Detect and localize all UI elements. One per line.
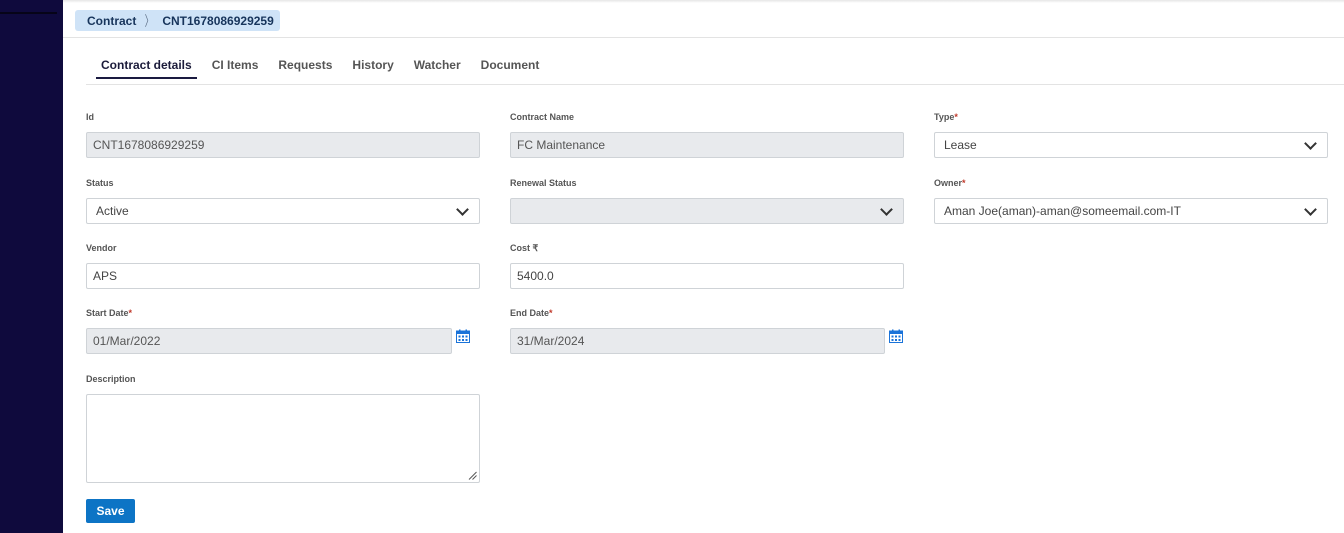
calendar-icon[interactable] <box>889 329 903 343</box>
tab-ci-items[interactable]: CI Items <box>207 52 264 79</box>
tab-bar: Contract details CI Items Requests Histo… <box>96 52 554 79</box>
cost-input[interactable]: 5400.0 <box>510 263 904 289</box>
status-select[interactable]: Active <box>86 198 480 224</box>
tab-requests[interactable]: Requests <box>273 52 337 79</box>
save-button[interactable]: Save <box>86 499 135 523</box>
vendor-input[interactable]: APS <box>86 263 480 289</box>
breadcrumb-current: CNT1678086929259 <box>162 13 274 28</box>
top-shadow <box>63 0 1344 3</box>
contract-name-label: Contract Name <box>510 112 575 122</box>
description-textarea[interactable] <box>86 394 480 483</box>
required-asterisk: * <box>954 112 958 122</box>
contract-name-field[interactable]: FC Maintenance <box>510 132 904 158</box>
vendor-label: Vendor <box>86 243 117 253</box>
renewal-status-label: Renewal Status <box>510 178 577 188</box>
chevron-down-icon <box>456 202 469 216</box>
renewal-status-select[interactable] <box>510 198 904 224</box>
tab-contract-details[interactable]: Contract details <box>96 52 197 79</box>
app-sidebar <box>0 0 63 533</box>
cost-label: Cost ₹ <box>510 243 539 253</box>
tab-watcher[interactable]: Watcher <box>409 52 466 79</box>
start-date-label: Start Date* <box>86 308 133 318</box>
owner-select[interactable]: Aman Joe(aman)-aman@someemail.com-IT <box>934 198 1328 224</box>
tab-history[interactable]: History <box>347 52 398 79</box>
end-date-field[interactable]: 31/Mar/2024 <box>510 328 885 354</box>
sidebar-divider <box>0 12 57 14</box>
status-label: Status <box>86 178 114 188</box>
owner-label: Owner* <box>934 178 966 188</box>
start-date-field[interactable]: 01/Mar/2022 <box>86 328 452 354</box>
id-field[interactable]: CNT1678086929259 <box>86 132 480 158</box>
type-label: Type* <box>934 112 958 122</box>
type-select[interactable]: Lease <box>934 132 1328 158</box>
calendar-icon[interactable] <box>456 329 470 343</box>
end-date-label: End Date* <box>510 308 553 318</box>
header-divider <box>63 37 1344 38</box>
tabs-divider <box>86 84 1344 85</box>
required-asterisk: * <box>128 308 133 318</box>
chevron-down-icon <box>880 202 893 216</box>
description-label: Description <box>86 374 136 384</box>
breadcrumb-separator-icon: 〉 <box>145 12 154 29</box>
breadcrumb-contract-link[interactable]: Contract <box>87 14 136 28</box>
required-asterisk: * <box>962 178 966 188</box>
chevron-down-icon <box>1304 202 1317 216</box>
id-label: Id <box>86 112 94 122</box>
breadcrumb: Contract 〉 CNT1678086929259 <box>75 10 280 31</box>
main-panel: Contract 〉 CNT1678086929259 Contract det… <box>63 0 1344 533</box>
resize-grip-icon[interactable] <box>468 471 477 480</box>
tab-document[interactable]: Document <box>476 52 545 79</box>
chevron-down-icon <box>1304 136 1317 150</box>
required-asterisk: * <box>549 308 553 318</box>
